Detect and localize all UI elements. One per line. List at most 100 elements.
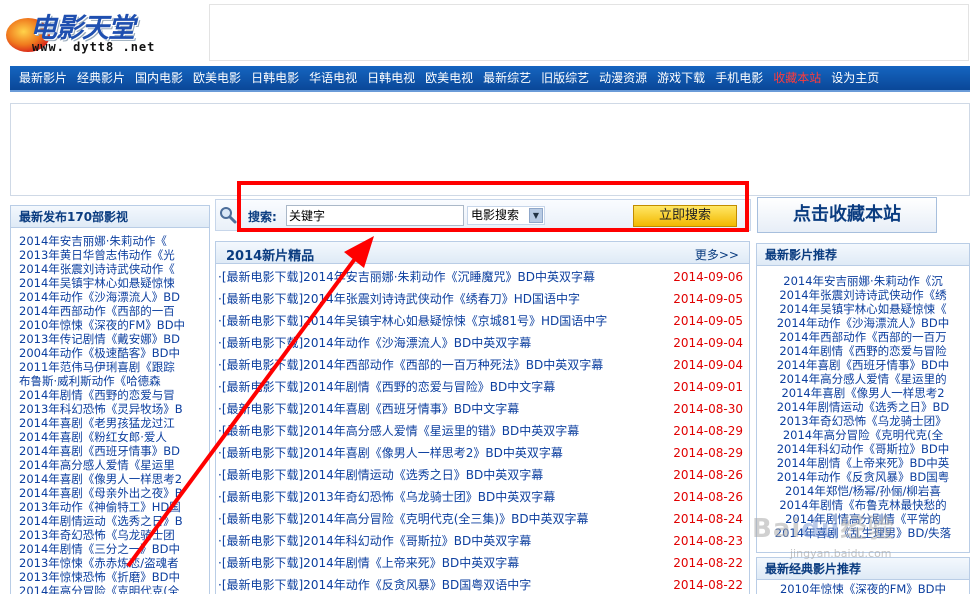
list-item[interactable]: 2014年安吉丽娜·朱莉动作《 [19,234,205,248]
movie-link[interactable]: ·[最新电影下载]2014年张震刘诗诗武侠动作《绣春刀》HD国语中字 [218,288,580,310]
list-item[interactable]: 2014年西部动作《西部的一百万 [757,330,969,344]
list-item[interactable]: 2014年喜剧《像男人一样思考2 [757,386,969,400]
nav-item[interactable]: 设为主页 [826,65,884,91]
list-item[interactable]: 2011年范伟马伊琍喜剧《跟踪 [19,360,205,374]
nav-item[interactable]: 欧美电影 [188,65,246,91]
list-item[interactable]: 2013年奇幻恐怖《乌龙骑士团 [19,528,205,542]
list-item[interactable]: 2014年西部动作《西部的一百 [19,304,205,318]
watermark: Baidu经验 [752,514,895,544]
list-item[interactable]: 布鲁斯·威利斯动作《哈德森 [19,374,205,388]
list-item[interactable]: 2014年郑恺/杨幂/孙俪/柳岩喜 [757,484,969,498]
watermark-url: jingyan.baidu.com [790,547,892,560]
table-row: ·[最新电影下载]2014年张震刘诗诗武侠动作《绣春刀》HD国语中字 2014-0… [216,288,749,310]
movie-link[interactable]: ·[最新电影下载]2014年高分冒险《克明代克(全三集)》BD中英双字幕 [218,508,589,530]
nav-item[interactable]: 游戏下载 [652,65,710,91]
site-logo[interactable]: 电影天堂 www. dytt8 .net [6,4,206,60]
release-date: 2014-09-01 [673,380,743,394]
list-item[interactable]: 2010年惊悚《深夜的FM》BD中 [757,580,969,594]
list-item[interactable]: 2013年黄日华曾志伟动作《光 [19,248,205,262]
recommended-panel: 最新影片推荐 2014年安吉丽娜·朱莉动作《沉 2014年张震刘诗诗武侠动作《绣 2… [756,243,970,553]
list-item[interactable]: 2014年喜剧《粉红女郎·爱人 [19,430,205,444]
list-item[interactable]: 2014年剧情《三分之一》BD中 [19,542,205,556]
table-row: ·[最新电影下载]2013年奇幻恐怖《乌龙骑士团》BD中英双字幕 2014-08-… [216,486,749,508]
nav-item[interactable]: 最新综艺 [478,65,536,91]
release-date: 2014-08-23 [673,534,743,548]
movie-link[interactable]: ·[最新电影下载]2014年剧情运动《选秀之日》BD中英双字幕 [218,464,543,486]
search-bar: 搜索: 电影搜索 ▼ 立即搜索 [215,199,751,231]
list-item[interactable]: 2014年剧情运动《选秀之日》B [19,514,205,528]
table-row: ·[最新电影下载]2014年吴镇宇林心如悬疑惊悚《京城81号》HD国语中字 201… [216,310,749,332]
nav-item[interactable]: 最新影片 [14,65,72,91]
movie-link[interactable]: ·[最新电影下载]2014年剧情《上帝来死》BD中英双字幕 [218,552,519,574]
nav-item[interactable]: 旧版综艺 [536,65,594,91]
list-item[interactable]: 2013年惊悚《赤赤炼恋/盗魂者 [19,556,205,570]
nav-item[interactable]: 国内电影 [130,65,188,91]
list-item[interactable]: 2014年剧情《上帝来死》BD中英 [757,456,969,470]
search-type-select[interactable]: 电影搜索 ▼ [467,206,545,225]
search-button[interactable]: 立即搜索 [633,205,737,227]
new-releases-panel: 2014新片精品 更多>> ·[最新电影下载]2014年安吉丽娜·朱莉动作《沉睡… [215,241,750,594]
search-label: 搜索: [248,210,277,224]
bookmark-site-button[interactable]: 点击收藏本站 [757,197,937,233]
recommended-title: 最新影片推荐 [757,244,969,266]
list-item[interactable]: 2014年吴镇宇林心如悬疑惊悚 [19,276,205,290]
movie-link[interactable]: ·[最新电影下载]2014年西部动作《西部的一百万种死法》BD中英双字幕 [218,354,603,376]
movie-link[interactable]: ·[最新电影下载]2014年吴镇宇林心如悬疑惊悚《京城81号》HD国语中字 [218,310,607,332]
movie-link[interactable]: ·[最新电影下载]2014年动作《反贪风暴》BD国粤双语中字 [218,574,531,594]
table-row: ·[最新电影下载]2014年安吉丽娜·朱莉动作《沉睡魔咒》BD中英双字幕 2014… [216,266,749,288]
nav-item[interactable]: 欧美电视 [420,65,478,91]
list-item[interactable]: 2014年剧情《西野的恋爱与冒险 [757,344,969,358]
movie-link[interactable]: ·[最新电影下载]2014年科幻动作《哥斯拉》BD中英双字幕 [218,530,531,552]
table-row: ·[最新电影下载]2014年科幻动作《哥斯拉》BD中英双字幕 2014-08-23 [216,530,749,552]
list-item[interactable]: 2014年高分感人爱情《星运里 [19,458,205,472]
movie-link[interactable]: ·[最新电影下载]2014年剧情《西野的恋爱与冒险》BD中文字幕 [218,376,555,398]
table-row: ·[最新电影下载]2014年西部动作《西部的一百万种死法》BD中英双字幕 2014… [216,354,749,376]
movie-link[interactable]: ·[最新电影下载]2013年奇幻恐怖《乌龙骑士团》BD中英双字幕 [218,486,555,508]
list-item[interactable]: 2014年喜剧《像男人一样思考2 [19,472,205,486]
list-item[interactable]: 2013年奇幻恐怖《乌龙骑士团》 [757,414,969,428]
list-item[interactable]: 2014年高分冒险《克明代克(全 [19,584,205,594]
movie-link[interactable]: ·[最新电影下载]2014年高分感人爱情《星运里的错》BD中英双字幕 [218,420,579,442]
list-item[interactable]: 2014年高分感人爱情《星运里的 [757,372,969,386]
list-item[interactable]: 2013年惊悚恐怖《折磨》BD中 [19,570,205,584]
release-date: 2014-08-26 [673,490,743,504]
nav-item[interactable]: 日韩电影 [246,65,304,91]
movie-link[interactable]: ·[最新电影下载]2014年喜剧《西班牙情事》BD中文字幕 [218,398,519,420]
list-item[interactable]: 2010年惊悚《深夜的FM》BD中 [19,318,205,332]
list-item[interactable]: 2013年传记剧情《戴安娜》BD [19,332,205,346]
nav-item[interactable]: 收藏本站 [768,65,826,91]
nav-item[interactable]: 日韩电视 [362,65,420,91]
table-row: ·[最新电影下载]2014年剧情《上帝来死》BD中英双字幕 2014-08-22 [216,552,749,574]
latest-releases-panel: 最新发布170部影视 2014年安吉丽娜·朱莉动作《 2013年黄日华曾志伟动作《… [10,205,210,594]
movie-link[interactable]: ·[最新电影下载]2014年安吉丽娜·朱莉动作《沉睡魔咒》BD中英双字幕 [218,266,595,288]
list-item[interactable]: 2014年吴镇宇林心如悬疑惊悚《 [757,302,969,316]
list-item[interactable]: 2014年张震刘诗诗武侠动作《 [19,262,205,276]
chevron-down-icon[interactable]: ▼ [529,208,543,223]
list-item[interactable]: 2014年剧情运动《选秀之日》BD [757,400,969,414]
nav-item[interactable]: 经典影片 [72,65,130,91]
list-item[interactable]: 2014年张震刘诗诗武侠动作《绣 [757,288,969,302]
table-row: ·[最新电影下载]2014年动作《反贪风暴》BD国粤双语中字 2014-08-22 [216,574,749,594]
list-item[interactable]: 2014年动作《反贪风暴》BD国粤 [757,470,969,484]
list-item[interactable]: 2014年喜剧《母亲外出之夜》B [19,486,205,500]
list-item[interactable]: 2014年高分冒险《克明代克(全 [757,428,969,442]
list-item[interactable]: 2014年动作《沙海漂流人》BD中 [757,316,969,330]
movie-link[interactable]: ·[最新电影下载]2014年动作《沙海漂流人》BD中英双字幕 [218,332,531,354]
list-item[interactable]: 2014年科幻动作《哥斯拉》BD中 [757,442,969,456]
list-item[interactable]: 2014年安吉丽娜·朱莉动作《沉 [757,274,969,288]
search-input[interactable] [286,205,464,226]
list-item[interactable]: 2014年喜剧《西班牙情事》BD中 [757,358,969,372]
list-item[interactable]: 2013年科幻恐怖《灵异牧场》B [19,402,205,416]
list-item[interactable]: 2004年动作《极速酷客》BD中 [19,346,205,360]
list-item[interactable]: 2013年动作《神偷特工》HD国 [19,500,205,514]
nav-item[interactable]: 动漫资源 [594,65,652,91]
list-item[interactable]: 2014年动作《沙海漂流人》BD [19,290,205,304]
movie-link[interactable]: ·[最新电影下载]2014年喜剧《像男人一样思考2》BD中英双字幕 [218,442,563,464]
list-item[interactable]: 2014年喜剧《老男孩猛龙过江 [19,416,205,430]
table-row: ·[最新电影下载]2014年高分冒险《克明代克(全三集)》BD中英双字幕 2014… [216,508,749,530]
list-item[interactable]: 2014年喜剧《西班牙情事》BD [19,444,205,458]
more-link[interactable]: 更多>> [695,246,739,263]
nav-item[interactable]: 手机电影 [710,65,768,91]
list-item[interactable]: 2014年剧情《西野的恋爱与冒 [19,388,205,402]
nav-item[interactable]: 华语电视 [304,65,362,91]
